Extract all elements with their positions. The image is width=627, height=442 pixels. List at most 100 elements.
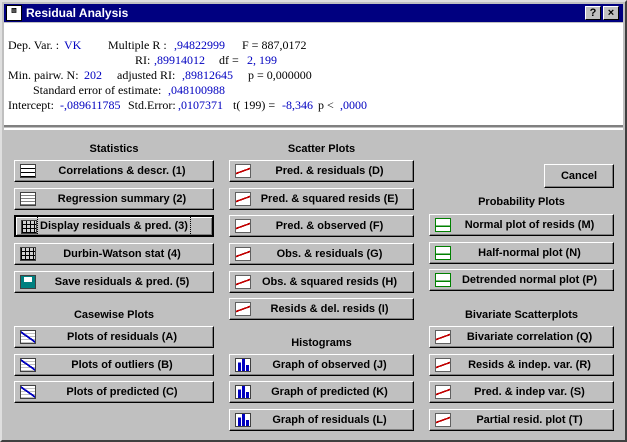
help-button[interactable]: ? xyxy=(585,6,601,20)
probability-plot-icon xyxy=(435,246,451,260)
durbin-watson-button[interactable]: Durbin-Watson stat (4) xyxy=(14,243,214,265)
std-error-estimate-value: ,048100988 xyxy=(168,83,225,97)
residual-analysis-dialog: ▧ Residual Analysis ? × Dep. Var. : VK M… xyxy=(0,0,627,442)
plots-outliers-label: Plots of outliers (B) xyxy=(71,359,173,371)
scatter-plot-icon xyxy=(235,164,251,178)
scatter-plot-icon xyxy=(435,413,451,427)
multiple-r-label: Multiple R : xyxy=(108,38,167,52)
graph-residuals-button[interactable]: Graph of residuals (L) xyxy=(229,409,414,431)
obs-residuals-button[interactable]: Obs. & residuals (G) xyxy=(229,243,414,265)
cancel-button[interactable]: Cancel xyxy=(544,164,614,188)
t-value: -8,346 xyxy=(282,98,313,112)
regression-summary-button[interactable]: Regression summary (2) xyxy=(14,188,214,210)
pred-indep-var-label: Pred. & indep var. (S) xyxy=(474,386,585,398)
obs-squared-resids-button[interactable]: Obs. & squared resids (H) xyxy=(229,271,414,293)
resids-indep-var-button[interactable]: Resids & indep. var. (R) xyxy=(429,354,614,376)
probability-plot-icon xyxy=(435,218,451,232)
intercept-label: Intercept: xyxy=(8,98,54,112)
resids-del-resids-button[interactable]: Resids & del. resids (I) xyxy=(229,298,414,320)
std-error-label: Std.Error: xyxy=(128,98,176,112)
pred-residuals-label: Pred. & residuals (D) xyxy=(275,165,384,177)
scatter-plot-icon xyxy=(435,385,451,399)
pred-squared-resids-button[interactable]: Pred. & squared resids (E) xyxy=(229,188,414,210)
plots-outliers-button[interactable]: Plots of outliers (B) xyxy=(14,354,214,376)
bivariate-group-title: Bivariate Scatterplots xyxy=(464,309,579,321)
summary-icon xyxy=(20,192,36,206)
scatter-plot-icon xyxy=(435,330,451,344)
title-bar[interactable]: ▧ Residual Analysis ? × xyxy=(4,4,623,22)
scatter-plot-icon xyxy=(235,247,251,261)
df-label: df = xyxy=(219,53,239,67)
t-label: t( 199) = xyxy=(233,98,276,112)
obs-residuals-label: Obs. & residuals (G) xyxy=(276,248,383,260)
adjusted-r-squared-label: adjusted RI: xyxy=(117,68,176,82)
pred-indep-var-button[interactable]: Pred. & indep var. (S) xyxy=(429,381,614,403)
histogram-icon xyxy=(235,385,251,399)
divider xyxy=(4,128,623,130)
p2-label: p < xyxy=(318,98,334,112)
scatter-plot-icon xyxy=(235,302,251,316)
correlations-label: Correlations & descr. (1) xyxy=(58,165,186,177)
probability-plot-icon xyxy=(435,273,451,287)
regression-summary-label: Regression summary (2) xyxy=(57,193,187,205)
scatter-plot-icon xyxy=(235,192,251,206)
save-disk-icon xyxy=(20,275,36,289)
save-residuals-label: Save residuals & pred. (5) xyxy=(54,276,190,288)
min-n-value: 202 xyxy=(84,68,102,82)
results-panel: Dep. Var. : VK Multiple R : ,94822999 F … xyxy=(4,23,623,127)
casewise-group-title: Casewise Plots xyxy=(73,309,155,321)
histograms-group-title: Histograms xyxy=(291,337,352,349)
bivariate-correlation-button[interactable]: Bivariate correlation (Q) xyxy=(429,326,614,348)
normal-plot-button[interactable]: Normal plot of resids (M) xyxy=(429,214,614,236)
plots-residuals-button[interactable]: Plots of residuals (A) xyxy=(14,326,214,348)
pred-residuals-button[interactable]: Pred. & residuals (D) xyxy=(229,160,414,182)
display-residuals-button[interactable]: Display residuals & pred. (3) xyxy=(14,215,214,237)
resids-del-resids-label: Resids & del. resids (I) xyxy=(270,303,389,315)
grid-icon xyxy=(21,220,37,234)
grid-icon xyxy=(20,247,36,261)
pred-squared-resids-label: Pred. & squared resids (E) xyxy=(260,193,399,205)
p2-value: ,0000 xyxy=(340,98,367,112)
stat-app-icon[interactable]: ▧ xyxy=(6,5,22,21)
detrended-normal-plot-button[interactable]: Detrended normal plot (P) xyxy=(429,269,614,291)
plots-residuals-label: Plots of residuals (A) xyxy=(66,331,178,343)
bivariate-correlation-label: Bivariate correlation (Q) xyxy=(466,331,593,343)
std-error-estimate-label: Standard error of estimate: xyxy=(33,83,162,97)
probability-group-title: Probability Plots xyxy=(478,196,565,208)
close-button[interactable]: × xyxy=(603,6,619,20)
half-normal-plot-label: Half-normal plot (N) xyxy=(478,247,581,259)
partial-resid-plot-button[interactable]: Partial resid. plot (T) xyxy=(429,409,614,431)
r-squared-value: ,89914012 xyxy=(154,53,205,67)
scatter-group-title: Scatter Plots xyxy=(287,143,356,155)
plots-predicted-button[interactable]: Plots of predicted (C) xyxy=(14,381,214,403)
line-plot-icon xyxy=(20,358,36,372)
scatter-plot-icon xyxy=(435,358,451,372)
graph-observed-label: Graph of observed (J) xyxy=(272,359,387,371)
histogram-icon xyxy=(235,358,251,372)
intercept-value: -,089611785 xyxy=(60,98,121,112)
dep-var-label: Dep. Var. : xyxy=(8,38,60,52)
histogram-icon xyxy=(235,413,251,427)
df-value: 2, 199 xyxy=(247,53,277,67)
graph-predicted-label: Graph of predicted (K) xyxy=(271,386,388,398)
r-squared-label: RI: xyxy=(135,53,151,67)
save-residuals-button[interactable]: Save residuals & pred. (5) xyxy=(14,271,214,293)
std-error-value: ,0107371 xyxy=(178,98,223,112)
plots-predicted-label: Plots of predicted (C) xyxy=(66,386,178,398)
adjusted-r-squared-value: ,89812645 xyxy=(182,68,233,82)
correlations-button[interactable]: Correlations & descr. (1) xyxy=(14,160,214,182)
multiple-r-value: ,94822999 xyxy=(174,38,225,52)
graph-predicted-button[interactable]: Graph of predicted (K) xyxy=(229,381,414,403)
pred-observed-label: Pred. & observed (F) xyxy=(275,220,384,232)
p-value: p = 0,000000 xyxy=(248,68,312,82)
graph-observed-button[interactable]: Graph of observed (J) xyxy=(229,354,414,376)
detrended-normal-plot-label: Detrended normal plot (P) xyxy=(461,274,598,286)
half-normal-plot-button[interactable]: Half-normal plot (N) xyxy=(429,242,614,264)
normal-plot-label: Normal plot of resids (M) xyxy=(464,219,595,231)
scatter-plot-icon xyxy=(235,219,251,233)
pred-observed-button[interactable]: Pred. & observed (F) xyxy=(229,215,414,237)
scatter-plot-icon xyxy=(235,275,251,289)
f-statistic: F = 887,0172 xyxy=(242,38,307,52)
dep-var-value: VK xyxy=(64,38,82,52)
window-title: Residual Analysis xyxy=(26,6,129,20)
